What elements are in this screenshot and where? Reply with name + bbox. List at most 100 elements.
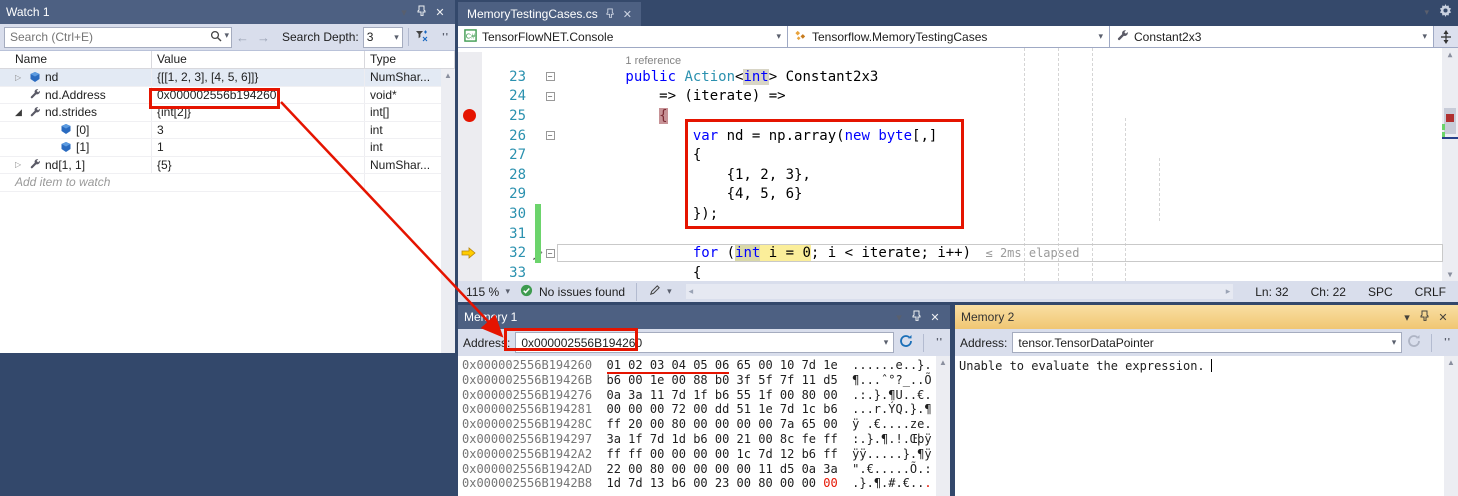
breakpoint-gutter[interactable] [458, 243, 482, 263]
code-line[interactable]: 25{ [458, 106, 1442, 126]
watch-scrollbar[interactable]: ▲ [441, 69, 455, 353]
watch-row[interactable]: ▷nd{[[1, 2, 3], [4, 5, 6]]}NumShar... [0, 69, 455, 87]
watch-value-cell[interactable]: {[[1, 2, 3], [4, 5, 6]]} [152, 69, 365, 86]
window-menu-icon[interactable]: ▾ [1424, 7, 1429, 18]
code-line[interactable]: 29{4, 5, 6} [458, 185, 1442, 205]
code-line[interactable]: 28{1, 2, 3}, [458, 165, 1442, 185]
type-dropdown[interactable]: Tensorflow.MemoryTestingCases ▾ [788, 26, 1110, 47]
watch-row[interactable]: ▷nd[1, 1]{5}NumShar... [0, 157, 455, 175]
split-window-icon[interactable] [1434, 26, 1458, 47]
window-menu-icon[interactable]: ▾ [890, 311, 908, 324]
breakpoint-gutter[interactable] [458, 145, 482, 165]
add-watch-row[interactable]: Add item to watch [0, 174, 455, 192]
memory1-dump[interactable]: 0x000002556B194260 01 02 03 04 05 06 65 … [458, 356, 950, 491]
pin-icon[interactable] [413, 5, 431, 19]
column-indicator[interactable]: Ch: 22 [1303, 285, 1354, 299]
gear-icon[interactable] [1439, 4, 1452, 20]
window-menu-icon[interactable]: ▾ [395, 6, 413, 19]
memory-hex[interactable]: 65 00 10 7d 1e [729, 358, 837, 372]
code-line[interactable]: 1 reference [458, 52, 1442, 67]
code-line[interactable]: 27{ [458, 145, 1442, 165]
watch-grid-header[interactable]: Name Value Type [0, 51, 455, 69]
space-mode-indicator[interactable]: SPC [1360, 285, 1401, 299]
memory-row[interactable]: 0x000002556B19426B b6 00 1e 00 88 b0 3f … [462, 373, 950, 388]
memory1-address-input[interactable]: 0x000002556B194260▾ [515, 332, 894, 353]
breakpoint-gutter[interactable] [458, 224, 482, 244]
watch-value-cell[interactable]: {int[2]} [152, 104, 365, 121]
search-icon[interactable]: ▾ [210, 30, 229, 42]
memory-hex[interactable]: 0a 3a 11 7d 1f b6 55 1f 00 80 00 [607, 388, 838, 402]
search-input[interactable] [4, 27, 232, 48]
window-menu-icon[interactable]: ▾ [1398, 311, 1416, 324]
search-depth-select[interactable]: 3▾ [363, 27, 403, 48]
editor-horizontal-scrollbar[interactable]: ◂▸ [686, 284, 1234, 299]
memory1-title-bar[interactable]: Memory 1 ▾ ✕ [458, 305, 950, 329]
watch-value-cell[interactable]: {5} [152, 157, 365, 174]
member-dropdown[interactable]: Constant2x3 ▾ [1110, 26, 1434, 47]
pen-icon[interactable] [648, 284, 661, 300]
watch-title-bar[interactable]: Watch 1 ▾ ✕ [0, 0, 455, 24]
memory-hex[interactable]: 3a 1f 7d 1d b6 00 21 00 8c fe ff [607, 432, 838, 446]
breakpoint-gutter[interactable] [458, 126, 482, 146]
close-icon[interactable]: ✕ [623, 8, 632, 21]
code-line[interactable]: 31 [458, 224, 1442, 244]
close-icon[interactable]: ✕ [1434, 311, 1452, 324]
memory-hex[interactable]: ff ff 00 00 00 00 1c 7d 12 b6 ff [607, 447, 838, 461]
back-arrow-icon[interactable]: ← [232, 30, 253, 45]
memory-row[interactable]: 0x000002556B1942AD 22 00 80 00 00 00 00 … [462, 462, 950, 477]
breakpoint-icon[interactable] [463, 109, 476, 122]
watch-row[interactable]: ◢nd.strides{int[2]}int[] [0, 104, 455, 122]
memory2-address-input[interactable]: tensor.TensorDataPointer▾ [1012, 332, 1402, 353]
editor-vertical-scrollbar[interactable]: ▲ ▼ [1442, 48, 1458, 281]
code-line[interactable]: 32−for (int i = 0; i < iterate; i++) ≤ 2… [458, 243, 1442, 263]
memory-hex[interactable]: ff 20 00 80 00 00 00 00 7a 65 00 [607, 417, 838, 431]
expander-icon[interactable]: ▷ [15, 73, 26, 82]
collapse-icon[interactable]: − [546, 72, 555, 81]
memory-hex[interactable]: b6 00 1e 00 88 b0 3f 5f 7f 11 d5 [607, 373, 838, 387]
collapse-icon[interactable]: − [546, 131, 555, 140]
tab-memorytestingcases[interactable]: MemoryTestingCases.cs ✕ [458, 2, 641, 26]
collapse-icon[interactable]: − [546, 92, 555, 101]
breakpoint-gutter[interactable] [458, 185, 482, 205]
memory1-scrollbar[interactable]: ▲ [936, 356, 950, 496]
memory-row[interactable]: 0x000002556B194276 0a 3a 11 7d 1f b6 55 … [462, 388, 950, 403]
eol-indicator[interactable]: CRLF [1407, 285, 1454, 299]
pin-icon[interactable] [1416, 310, 1434, 324]
forward-arrow-icon[interactable]: → [253, 30, 274, 45]
memory-row[interactable]: 0x000002556B194297 3a 1f 7d 1d b6 00 21 … [462, 432, 950, 447]
code-line[interactable]: 30}); [458, 204, 1442, 224]
watch-row[interactable]: [1]1int [0, 139, 455, 157]
memory-row[interactable]: 0x000002556B1942B8 1d 7d 13 b6 00 23 00 … [462, 476, 950, 491]
memory-hex[interactable]: 1d 7d 13 b6 00 23 00 80 00 00 [607, 476, 817, 490]
memory2-title-bar[interactable]: Memory 2 ▾ ✕ [955, 305, 1458, 329]
collapse-icon[interactable]: − [546, 249, 555, 258]
refresh-icon[interactable] [899, 334, 913, 351]
memory-hex[interactable]: 00 00 00 72 00 dd 51 1e 7d 1c b6 [607, 402, 838, 416]
issues-label[interactable]: No issues found [539, 285, 625, 299]
expander-icon[interactable]: ▷ [15, 160, 26, 169]
code-line[interactable]: 33{ [458, 263, 1442, 281]
watch-row[interactable]: nd.Address0x000002556b194260void* [0, 87, 455, 105]
memory-hex-changed[interactable]: 00 [816, 476, 838, 490]
expander-icon[interactable]: ◢ [15, 107, 26, 118]
close-icon[interactable]: ✕ [926, 311, 944, 324]
project-dropdown[interactable]: C# TensorFlowNET.Console ▾ [458, 26, 788, 47]
code-line[interactable]: 23−public Action<int> Constant2x3 [458, 67, 1442, 87]
filter-pin-icon[interactable] [414, 29, 428, 46]
toolbar-overflow[interactable]: '' [1442, 337, 1453, 348]
breakpoint-gutter[interactable] [458, 67, 482, 87]
pin-icon[interactable] [908, 310, 926, 324]
code-line[interactable]: 26−var nd = np.array(new byte[,] [458, 126, 1442, 146]
watch-value-cell[interactable]: 1 [152, 139, 365, 156]
breakpoint-gutter[interactable] [458, 106, 482, 126]
code-area[interactable]: 1 reference23−public Action<int> Constan… [458, 48, 1458, 281]
breakpoint-gutter[interactable] [458, 165, 482, 185]
memory-row[interactable]: 0x000002556B19428C ff 20 00 80 00 00 00 … [462, 417, 950, 432]
breakpoint-gutter[interactable] [458, 52, 482, 67]
memory2-scrollbar[interactable]: ▲ [1444, 356, 1458, 496]
memory-hex[interactable]: 22 00 80 00 00 00 00 11 d5 0a 3a [607, 462, 838, 476]
watch-value-cell[interactable]: 0x000002556b194260 [152, 87, 365, 104]
breakpoint-gutter[interactable] [458, 263, 482, 281]
close-icon[interactable]: ✕ [431, 6, 449, 19]
line-indicator[interactable]: Ln: 32 [1247, 285, 1296, 299]
